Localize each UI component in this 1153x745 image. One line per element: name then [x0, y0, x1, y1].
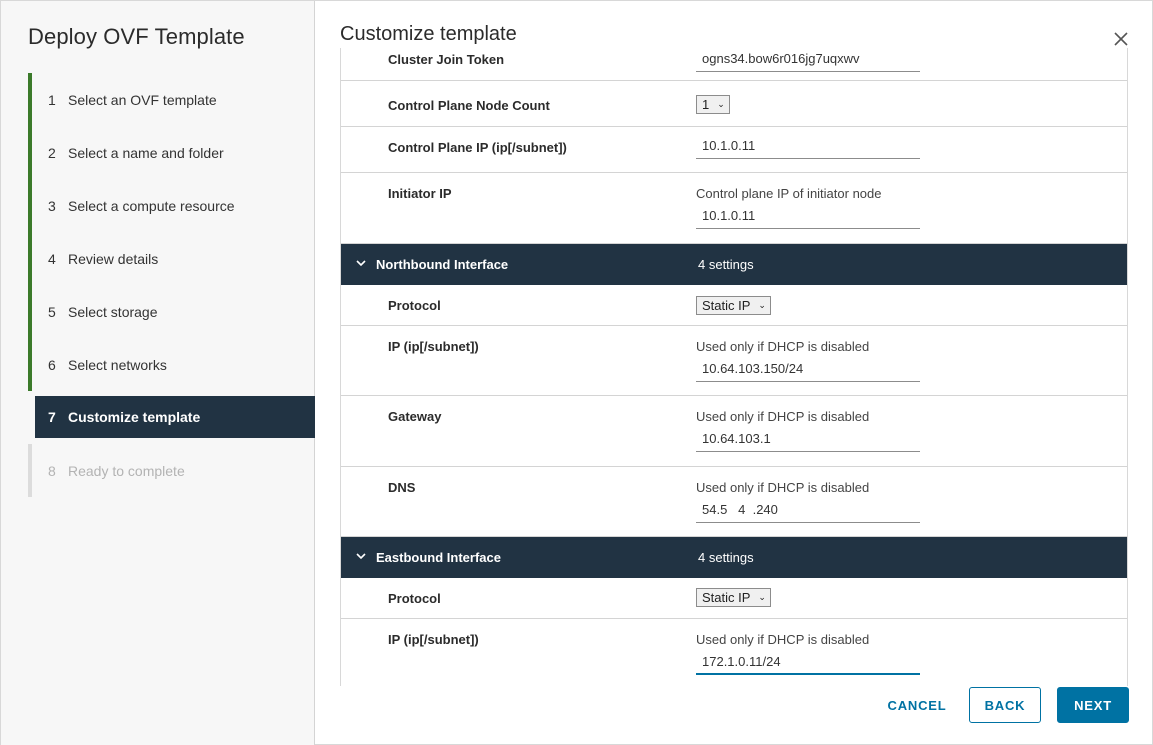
template-properties-panel[interactable]: Cluster Join Token Control Plane Node Co… — [340, 48, 1128, 686]
row-eastbound-ip: IP (ip[/subnet]) Used only if DHCP is di… — [341, 619, 1127, 686]
step-number: 3 — [48, 197, 56, 214]
field-hint: Used only if DHCP is disabled — [696, 339, 870, 354]
close-button[interactable] — [1111, 29, 1131, 49]
step-label: Select networks — [68, 356, 167, 373]
select-value: Static IP — [702, 590, 751, 605]
step-label: Select an OVF template — [68, 91, 217, 108]
section-title: Eastbound Interface — [376, 550, 501, 565]
field-label: Protocol — [388, 591, 441, 606]
wizard-steps: 1 Select an OVF template 2 Select a name… — [28, 73, 315, 497]
field-label: Control Plane Node Count — [388, 98, 550, 113]
northbound-protocol-select[interactable]: Static IP ⌄ — [696, 296, 771, 315]
wizard-title: Deploy OVF Template — [28, 24, 245, 49]
step-number: 5 — [48, 303, 56, 320]
page-title: Customize template — [340, 23, 517, 45]
step-select-name-folder[interactable]: 2 Select a name and folder — [28, 126, 315, 179]
step-label: Review details — [68, 250, 159, 267]
chevron-down-icon — [356, 553, 366, 560]
control-plane-ip-input[interactable] — [696, 133, 920, 159]
chevron-down-icon: ⌄ — [717, 99, 725, 109]
step-progress-bar — [28, 179, 32, 232]
step-select-networks[interactable]: 6 Select networks — [28, 338, 315, 391]
step-label: Select a name and folder — [68, 144, 224, 161]
close-icon — [1114, 32, 1128, 46]
step-select-compute-resource[interactable]: 3 Select a compute resource — [28, 179, 315, 232]
chevron-down-icon: ⌄ — [758, 300, 766, 310]
northbound-ip-input[interactable] — [696, 356, 920, 382]
wizard-sidebar: Deploy OVF Template 1 Select an OVF temp… — [1, 1, 315, 745]
step-label: Ready to complete — [68, 462, 185, 479]
select-value: Static IP — [702, 298, 751, 313]
row-northbound-protocol: Protocol Static IP ⌄ — [341, 285, 1127, 326]
section-northbound-interface[interactable]: Northbound Interface 4 settings — [341, 244, 1127, 285]
field-label: IP (ip[/subnet]) — [388, 339, 479, 354]
section-title: Northbound Interface — [376, 257, 509, 272]
step-select-ovf-template[interactable]: 1 Select an OVF template — [28, 73, 315, 126]
row-northbound-gateway: Gateway Used only if DHCP is disabled — [341, 396, 1127, 467]
deploy-ovf-dialog: Deploy OVF Template 1 Select an OVF temp… — [0, 0, 1153, 745]
eastbound-ip-input[interactable] — [696, 649, 920, 675]
field-label: DNS — [388, 480, 416, 495]
row-eastbound-protocol: Protocol Static IP ⌄ — [341, 578, 1127, 619]
step-progress-bar — [28, 338, 32, 391]
step-number: 6 — [48, 356, 56, 373]
step-select-storage[interactable]: 5 Select storage — [28, 285, 315, 338]
field-label: Gateway — [388, 409, 442, 424]
section-count: 4 settings — [698, 257, 754, 272]
step-label: Customize template — [68, 409, 201, 425]
field-label: Control Plane IP (ip[/subnet]) — [388, 140, 567, 155]
eastbound-protocol-select[interactable]: Static IP ⌄ — [696, 588, 771, 607]
field-hint: Used only if DHCP is disabled — [696, 632, 870, 647]
northbound-gateway-input[interactable] — [696, 426, 920, 452]
step-review-details[interactable]: 4 Review details — [28, 232, 315, 285]
step-number: 1 — [48, 91, 56, 108]
row-northbound-ip: IP (ip[/subnet]) Used only if DHCP is di… — [341, 326, 1127, 396]
step-label: Select a compute resource — [68, 197, 235, 214]
chevron-down-icon — [356, 260, 366, 267]
row-initiator-ip: Initiator IP Control plane IP of initiat… — [341, 173, 1127, 244]
field-hint: Control plane IP of initiator node — [696, 186, 882, 201]
step-progress-bar — [28, 232, 32, 285]
cancel-button[interactable]: CANCEL — [881, 687, 953, 723]
step-customize-template[interactable]: 7 Customize template — [35, 396, 315, 438]
field-label: Cluster Join Token — [388, 52, 505, 67]
step-number: 7 — [48, 409, 56, 425]
row-northbound-dns: DNS Used only if DHCP is disabled — [341, 467, 1127, 537]
chevron-down-icon: ⌄ — [758, 592, 766, 602]
field-label: Protocol — [388, 298, 441, 313]
initiator-ip-input[interactable] — [696, 203, 920, 229]
northbound-dns-input[interactable] — [696, 497, 920, 523]
step-progress-bar — [28, 73, 32, 126]
step-ready-to-complete: 8 Ready to complete — [28, 444, 315, 497]
node-count-select[interactable]: 1 ⌄ — [696, 95, 730, 114]
row-control-plane-node-count: Control Plane Node Count 1 ⌄ — [341, 81, 1127, 127]
field-hint: Used only if DHCP is disabled — [696, 409, 870, 424]
step-number: 2 — [48, 144, 56, 161]
step-label: Select storage — [68, 303, 158, 320]
row-cluster-join-token: Cluster Join Token — [341, 48, 1127, 81]
back-button[interactable]: BACK — [969, 687, 1041, 723]
cluster-join-token-input[interactable] — [696, 48, 920, 72]
step-progress-bar — [28, 444, 32, 497]
select-value: 1 — [702, 97, 710, 112]
field-label: IP (ip[/subnet]) — [388, 632, 479, 647]
step-number: 4 — [48, 250, 56, 267]
step-number: 8 — [48, 462, 56, 479]
next-button[interactable]: NEXT — [1057, 687, 1129, 723]
field-hint: Used only if DHCP is disabled — [696, 480, 870, 495]
field-label: Initiator IP — [388, 186, 452, 201]
row-control-plane-ip: Control Plane IP (ip[/subnet]) — [341, 127, 1127, 173]
section-eastbound-interface[interactable]: Eastbound Interface 4 settings — [341, 537, 1127, 578]
section-count: 4 settings — [698, 550, 754, 565]
step-progress-bar — [28, 126, 32, 179]
step-progress-bar — [28, 285, 32, 338]
